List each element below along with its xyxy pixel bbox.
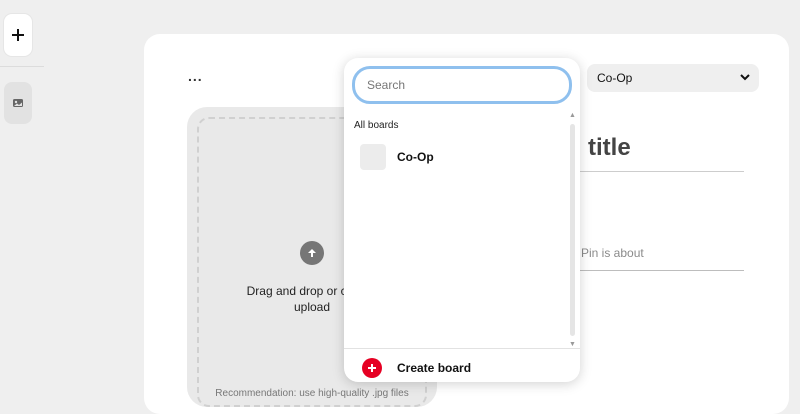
create-board-label: Create board — [397, 361, 472, 375]
board-picker-dropdown: All boards Co-Op ▲ ▼ Create board — [344, 58, 580, 382]
board-select[interactable]: Co-Op — [587, 64, 759, 92]
scroll-down-icon[interactable]: ▼ — [569, 341, 576, 348]
more-options-button[interactable]: ... — [188, 68, 203, 84]
plus-circle-icon — [362, 358, 382, 378]
arrow-up-icon — [300, 241, 324, 265]
board-search-input[interactable] — [352, 66, 572, 104]
create-board-button[interactable]: Create board — [362, 358, 471, 378]
image-icon — [13, 99, 23, 107]
board-list-scrollbar[interactable]: ▲ ▼ — [568, 112, 578, 348]
all-boards-heading: All boards — [354, 120, 399, 131]
upload-recommendation: Recommendation: use high-quality .jpg fi… — [215, 388, 409, 399]
scroll-up-icon[interactable]: ▲ — [569, 112, 576, 119]
rail-divider — [0, 66, 44, 67]
draft-thumbnail-button[interactable] — [4, 82, 32, 124]
board-option-label: Co-Op — [397, 150, 434, 164]
board-thumbnail — [360, 144, 386, 170]
plus-icon — [12, 29, 24, 41]
board-option-co-op[interactable]: Co-Op — [360, 144, 560, 170]
create-pin-button[interactable] — [4, 14, 32, 56]
pin-title-input[interactable]: title — [560, 134, 744, 172]
pin-description-input[interactable]: ur Pin is about — [560, 246, 744, 271]
dropdown-divider — [344, 348, 580, 349]
board-select-value: Co-Op — [597, 71, 633, 85]
chevron-down-icon — [740, 74, 750, 81]
scrollbar-thumb[interactable] — [570, 124, 575, 336]
